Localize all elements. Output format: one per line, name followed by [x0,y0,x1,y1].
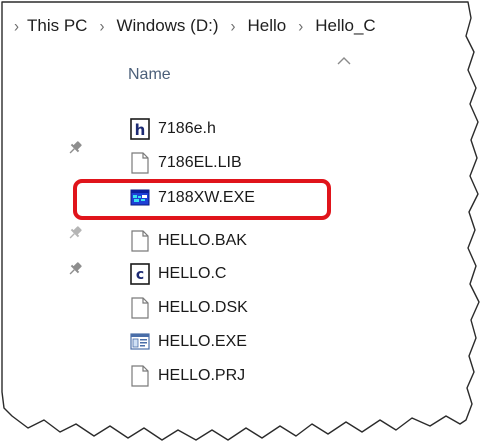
file-item[interactable]: HELLO.DSK [130,294,390,322]
file-item[interactable]: 7186EL.LIB [130,149,390,177]
breadcrumb-hello-c[interactable]: Hello_C [315,16,375,36]
file-name: HELLO.PRJ [158,367,246,384]
file-explorer-window: › This PC › Windows (D:) › Hello › Hello… [0,0,485,444]
pin-icon[interactable] [66,139,84,157]
file-item[interactable]: 7188XW.EXE [130,184,390,212]
file-name: 7186e.h [158,120,216,137]
blank-file-icon [131,152,149,174]
file-item[interactable]: HELLO.BAK [130,227,390,255]
file-name: HELLO.C [158,265,227,282]
file-name: HELLO.EXE [158,333,247,350]
breadcrumb: › This PC › Windows (D:) › Hello › Hello… [0,12,470,40]
application-icon [130,333,150,350]
breadcrumb-this-pc[interactable]: This PC [27,16,87,36]
chevron-right-icon[interactable]: › [298,17,303,36]
breadcrumb-hello[interactable]: Hello [247,16,286,36]
svg-text:c: c [136,267,144,283]
file-item[interactable]: HELLO.EXE [130,328,390,356]
chevron-right-icon[interactable]: › [230,17,235,36]
breadcrumb-windows-d[interactable]: Windows (D:) [116,16,218,36]
blank-file-icon [131,230,149,252]
pin-icon[interactable] [66,224,84,242]
file-item[interactable]: h 7186e.h [130,115,390,143]
svg-text:h: h [135,121,146,139]
file-name: HELLO.BAK [158,232,247,249]
chevron-right-icon[interactable]: › [14,17,19,36]
file-name: 7188XW.EXE [158,189,255,206]
chevron-right-icon[interactable]: › [99,17,104,36]
blank-file-icon [131,297,149,319]
dos-app-icon [130,189,150,206]
blank-file-icon [131,365,149,387]
c-source-file-icon: c [130,263,150,285]
file-item[interactable]: HELLO.PRJ [130,362,390,390]
pin-icon[interactable] [66,260,84,278]
file-name: 7186EL.LIB [158,154,242,171]
file-item[interactable]: c HELLO.C [130,260,390,288]
file-name: HELLO.DSK [158,299,248,316]
column-header-name[interactable]: Name [128,66,171,84]
chevron-up-icon [337,57,351,65]
header-file-icon: h [130,118,150,140]
